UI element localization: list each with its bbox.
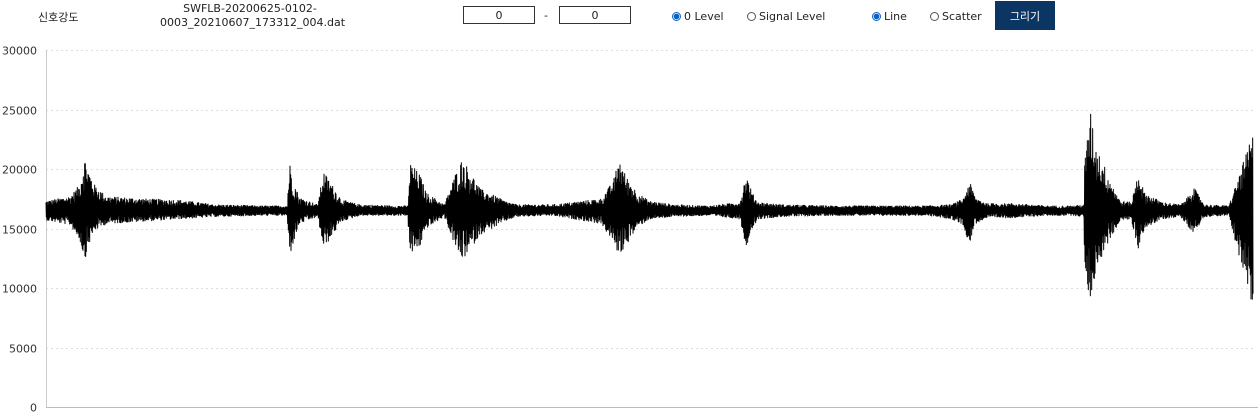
y-tick-layer: 0 5000 10000 15000 20000 25000 30000 [2, 45, 37, 415]
radio-zero-level-label: 0 Level [684, 9, 724, 23]
radio-scatter-label: Scatter [942, 9, 982, 23]
range-end-input[interactable] [559, 6, 631, 24]
y-tick-label: 20000 [2, 164, 37, 177]
radio-zero-level[interactable]: 0 Level [672, 9, 724, 23]
radio-line-dot[interactable] [872, 11, 881, 21]
y-tick-label: 30000 [2, 45, 37, 58]
range-separator: - [544, 9, 548, 22]
radio-zero-level-dot[interactable] [672, 11, 681, 21]
y-tick-label: 25000 [2, 105, 37, 118]
radio-signal-level[interactable]: Signal Level [747, 9, 825, 23]
file-name-line1: SWFLB-20200625-0102- [183, 2, 317, 15]
radio-scatter-dot[interactable] [930, 11, 939, 21]
radio-signal-level-label: Signal Level [759, 9, 826, 23]
y-tick-label: 10000 [2, 283, 37, 296]
file-name-line2: 0003_20210607_173312_004.dat [160, 16, 346, 29]
radio-signal-level-dot[interactable] [747, 11, 756, 21]
radio-scatter[interactable]: Scatter [930, 9, 982, 23]
radio-line[interactable]: Line [872, 9, 907, 23]
y-tick-label: 15000 [2, 224, 37, 237]
signal-line [45, 113, 1254, 300]
page-title: 신호강도 [38, 11, 79, 24]
grid-layer [46, 50, 1253, 349]
y-tick-label: 0 [30, 402, 37, 415]
y-tick-label: 5000 [9, 343, 37, 356]
file-name: SWFLB-20200625-0102- 0003_20210607_17331… [160, 2, 346, 30]
toolbar: 신호강도 SWFLB-20200625-0102- 0003_20210607_… [0, 0, 1258, 40]
draw-button[interactable]: 그리기 [995, 1, 1055, 30]
range-start-input[interactable] [463, 6, 535, 24]
signal-chart: 0 5000 10000 15000 20000 25000 30000 [2, 45, 1258, 415]
radio-line-label: Line [884, 9, 907, 23]
